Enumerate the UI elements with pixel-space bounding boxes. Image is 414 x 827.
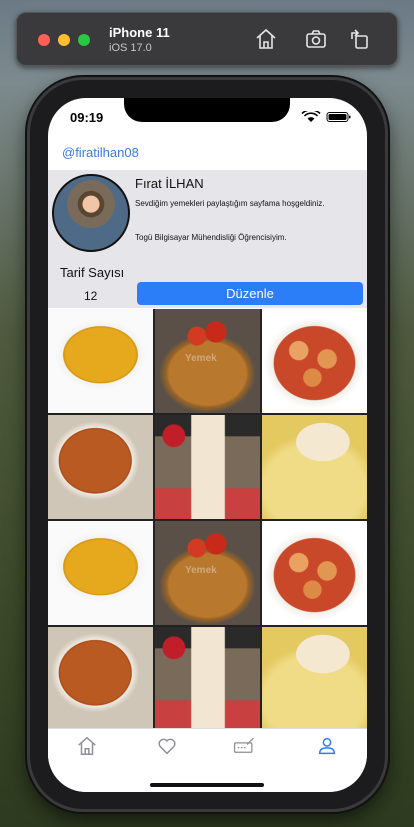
- recipe-tile-kuymak-cheese[interactable]: [262, 415, 367, 519]
- minimize-window-button[interactable]: [58, 34, 70, 46]
- close-window-button[interactable]: [38, 34, 50, 46]
- recipe-tile-lentil-soup[interactable]: [48, 309, 153, 413]
- zoom-window-button[interactable]: [78, 34, 90, 46]
- simulator-device-name: iPhone 11: [109, 25, 170, 40]
- recipe-tile-tarhana-soup[interactable]: [48, 627, 153, 731]
- recipe-grid: Yemek Yemek: [48, 309, 367, 731]
- recipe-tile-bulgur-pilaf[interactable]: Yemek: [155, 309, 260, 413]
- home-indicator: [150, 783, 264, 787]
- recipe-tile-lentil-soup[interactable]: [48, 521, 153, 625]
- recipe-tile-bulgur-pilaf[interactable]: Yemek: [155, 521, 260, 625]
- edit-profile-button[interactable]: Düzenle: [137, 282, 363, 305]
- recipe-count-value: 12: [84, 289, 98, 303]
- device-notch: [124, 98, 290, 122]
- status-time: 09:19: [70, 110, 104, 125]
- wifi-icon: [301, 111, 321, 122]
- rotate-icon[interactable]: [348, 27, 372, 51]
- profile-bio-line-2: Togü Bilgisayar Mühendisliği Öğrencisiyi…: [135, 233, 287, 242]
- simulator-os-version: iOS 17.0: [109, 42, 152, 54]
- heart-icon[interactable]: [156, 735, 178, 757]
- profile-name: Fırat İLHAN: [135, 176, 204, 191]
- recipe-tile-jar-dessert[interactable]: [155, 627, 260, 731]
- edit-icon[interactable]: [233, 735, 255, 757]
- recipe-tile-jar-dessert[interactable]: [155, 415, 260, 519]
- recipe-tile-chicken-saute[interactable]: [262, 521, 367, 625]
- home-icon[interactable]: [76, 735, 98, 757]
- home-icon[interactable]: [254, 27, 278, 51]
- battery-icon: [326, 112, 351, 122]
- recipe-tile-chicken-saute[interactable]: [262, 309, 367, 413]
- recipe-tile-tarhana-soup[interactable]: [48, 415, 153, 519]
- avatar[interactable]: [52, 174, 130, 252]
- app-screen: 09:19 @firatilhan08 Fırat İLHAN Sevdiğim…: [48, 98, 367, 792]
- recipe-tile-kuymak-cheese[interactable]: [262, 627, 367, 731]
- recipe-count-label: Tarif Sayısı: [60, 265, 125, 280]
- status-icons: [301, 111, 351, 122]
- person-icon[interactable]: [316, 735, 338, 757]
- camera-icon[interactable]: [304, 27, 328, 51]
- tile-watermark: Yemek: [185, 353, 217, 364]
- username-link[interactable]: @firatilhan08: [62, 145, 139, 160]
- tile-watermark: Yemek: [185, 565, 217, 576]
- profile-bio-line-1: Sevdiğim yemekleri paylaştığım sayfama h…: [135, 199, 325, 208]
- simulator-toolbar: iPhone 11 iOS 17.0: [16, 12, 398, 66]
